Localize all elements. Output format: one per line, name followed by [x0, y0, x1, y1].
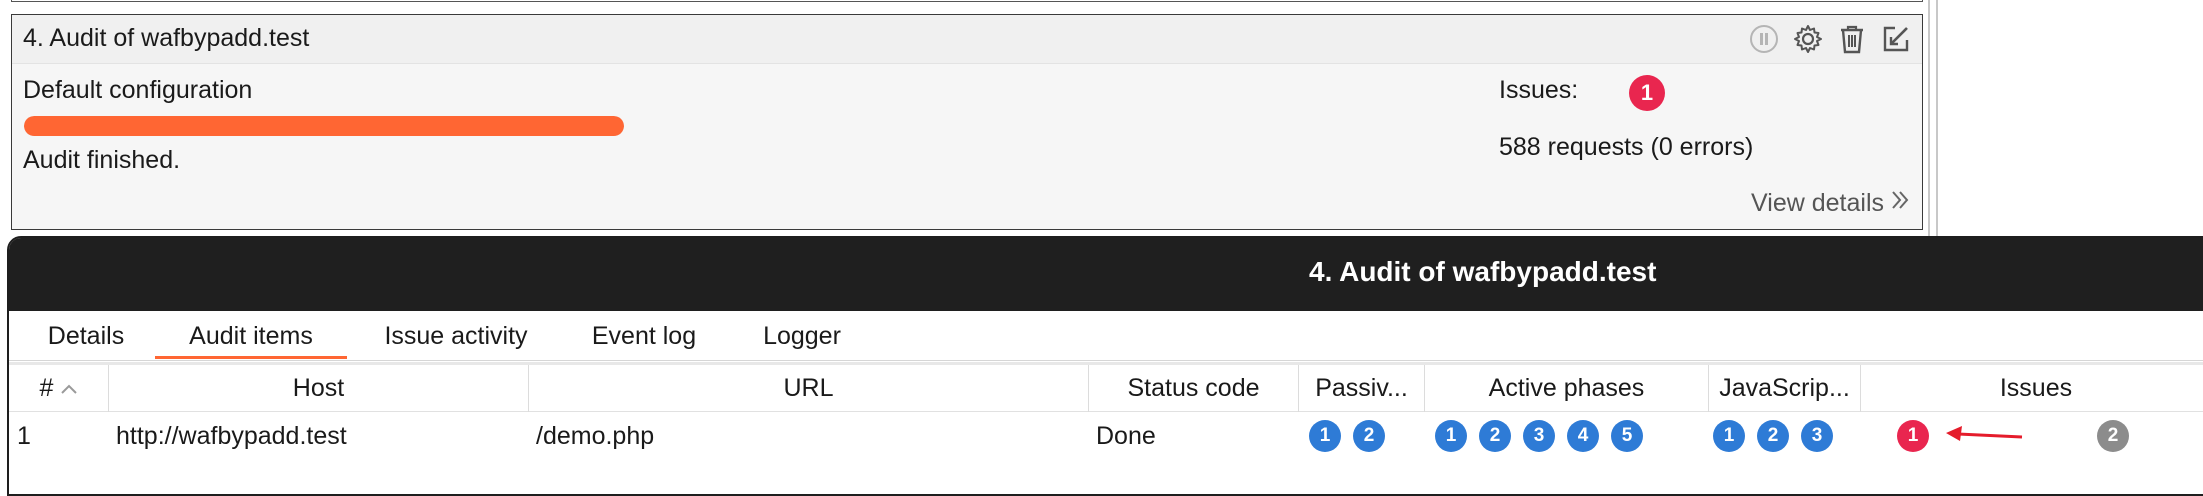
row-number: 1 [17, 421, 31, 450]
requests-summary: 588 requests (0 errors) [1499, 133, 1754, 161]
column-header-number-label: # [39, 374, 54, 402]
issues-count-badge[interactable]: 1 [1629, 75, 1665, 111]
active-phase-badge: 5 [1611, 420, 1643, 452]
column-header-status-code-label: Status code [1127, 374, 1260, 402]
dialog-titlebar[interactable]: 4. Audit of wafbypadd.test [9, 238, 2203, 311]
row-host: http://wafbypadd.test [116, 421, 347, 450]
active-phase-badge: 2 [1479, 420, 1511, 452]
javascript-phase-badge: 1 [1713, 420, 1745, 452]
task-card[interactable]: 4. Audit of wafbypadd.test Default confi… [11, 14, 1923, 230]
tab-logger-label: Logger [763, 321, 841, 350]
passive-phase-badge: 1 [1309, 420, 1341, 452]
javascript-phase-badge: 3 [1801, 420, 1833, 452]
annotation-arrow-icon [1946, 426, 2023, 441]
other-issue-badge[interactable]: 2 [2097, 420, 2129, 452]
high-issue-badge[interactable]: 1 [1897, 420, 1929, 452]
column-header-url[interactable]: URL [529, 365, 1089, 412]
previous-task-card [11, 0, 1923, 2]
configuration-label: Default configuration [23, 76, 253, 104]
tab-audit-items-label: Audit items [189, 321, 313, 350]
table-header: # Host URL Status code Passiv... Active … [9, 362, 2203, 412]
dialog-tabs: Details Audit items Issue activity Event… [9, 311, 2203, 361]
view-details-label: View details [1751, 189, 1884, 217]
javascript-phase-badge: 2 [1757, 420, 1789, 452]
column-header-host-label: Host [292, 374, 345, 402]
other-issues-cell: 2 [2097, 412, 2141, 460]
tab-details[interactable]: Details [31, 311, 141, 361]
active-phase-badge: 4 [1567, 420, 1599, 452]
active-phase-badge: 3 [1523, 420, 1555, 452]
gear-icon[interactable] [1792, 23, 1824, 55]
task-card-title: 4. Audit of wafbypadd.test [23, 24, 310, 52]
tab-issue-activity[interactable]: Issue activity [373, 311, 539, 361]
tab-audit-items[interactable]: Audit items [155, 311, 347, 361]
view-details-link[interactable]: View details [1751, 189, 1910, 218]
edit-icon[interactable] [1880, 23, 1912, 55]
column-header-javascript[interactable]: JavaScrip... [1709, 365, 1861, 412]
task-card-header: 4. Audit of wafbypadd.test [12, 15, 1922, 64]
issues-label: Issues: [1499, 76, 1579, 104]
column-header-active-phases[interactable]: Active phases [1425, 365, 1709, 412]
active-phases: 1 2 3 4 5 [1435, 412, 1655, 460]
column-header-issues-label: Issues [1999, 374, 2073, 402]
tab-logger[interactable]: Logger [747, 311, 857, 361]
row-url: /demo.php [536, 421, 655, 450]
task-status: Audit finished. [23, 146, 181, 174]
pause-icon[interactable] [1748, 23, 1780, 55]
progress-bar [24, 116, 624, 136]
column-header-active-phases-label: Active phases [1488, 374, 1645, 402]
column-header-url-label: URL [783, 374, 834, 402]
column-header-issues[interactable]: Issues [1861, 365, 2203, 412]
panel-divider[interactable] [1928, 0, 1930, 240]
column-header-status-code[interactable]: Status code [1089, 365, 1299, 412]
column-header-passive-label: Passiv... [1315, 374, 1408, 402]
column-header-host[interactable]: Host [109, 365, 529, 412]
row-status: Done [1096, 421, 1156, 450]
panel-divider-2[interactable] [1936, 0, 1938, 240]
active-phase-badge: 1 [1435, 420, 1467, 452]
double-chevron-right-icon [1890, 189, 1910, 218]
dialog-title: 4. Audit of wafbypadd.test [1309, 256, 1657, 287]
passive-phase-badge: 2 [1353, 420, 1385, 452]
passive-phases: 1 2 [1309, 412, 1397, 460]
progress-bar-fill [24, 116, 624, 136]
tab-details-label: Details [47, 321, 125, 350]
table-row[interactable]: 1 http://wafbypadd.test /demo.php Done 1… [9, 412, 2203, 460]
column-header-passive[interactable]: Passiv... [1299, 365, 1425, 412]
task-details-dialog[interactable]: 4. Audit of wafbypadd.test Details Audit… [7, 236, 2203, 496]
tab-event-log-label: Event log [591, 321, 697, 350]
task-card-actions [1748, 23, 1912, 55]
trash-icon[interactable] [1836, 23, 1868, 55]
sort-ascending-icon [61, 378, 78, 399]
tab-event-log[interactable]: Event log [579, 311, 709, 361]
issues-cell: 1 [1897, 412, 1941, 460]
tab-issue-activity-label: Issue activity [384, 321, 528, 350]
column-header-number[interactable]: # [9, 365, 109, 412]
column-header-javascript-label: JavaScrip... [1719, 374, 1850, 402]
javascript-phases: 1 2 3 [1713, 412, 1845, 460]
